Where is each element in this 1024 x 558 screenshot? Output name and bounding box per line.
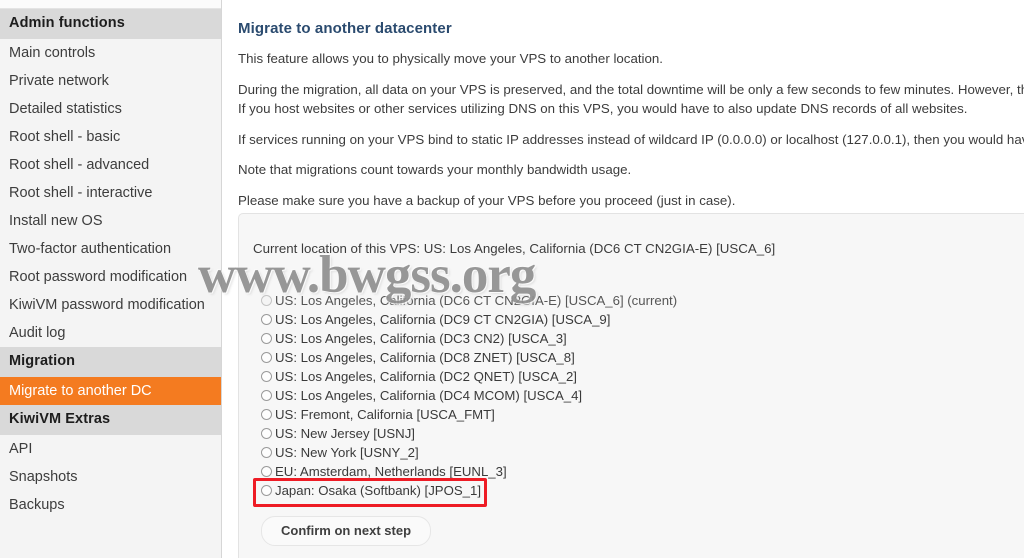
datacenter-radio-icon[interactable] (261, 332, 272, 344)
datacenter-option-label: US: Los Angeles, California (DC2 QNET) [… (275, 368, 577, 384)
datacenter-option-row[interactable]: US: Los Angeles, California (DC2 QNET) [… (261, 367, 1024, 385)
datacenter-option-label: US: New York [USNY_2] (275, 444, 419, 460)
sidebar-group-list: Admin functions Main controls Private netw… (0, 9, 221, 519)
datacenter-radio-icon[interactable] (261, 408, 272, 420)
sidebar-item-kiwivm-password-modification[interactable]: KiwiVM password modification (0, 291, 221, 319)
kiwivm-migration-page: Admin functions Main controls Private netw… (0, 0, 1024, 558)
sidebar-item-root-shell-basic[interactable]: Root shell - basic (0, 123, 221, 151)
datacenter-option-label: US: Los Angeles, California (DC9 CT CN2G… (275, 311, 611, 327)
sidebar: Admin functions Main controls Private netw… (0, 0, 222, 558)
static-ip-paragraph: If services running on your VPS bind to … (238, 131, 1024, 147)
sidebar-section-admin-functions: Admin functions (0, 9, 221, 39)
datacenter-option-row[interactable]: US: Los Angeles, California (DC3 CN2) [U… (261, 329, 1024, 347)
datacenter-radio-list: US: Los Angeles, California (DC6 CT CN2G… (253, 291, 1024, 499)
sidebar-item-backups[interactable]: Backups (0, 491, 221, 519)
sidebar-item-root-shell-advanced[interactable]: Root shell - advanced (0, 151, 221, 179)
datacenter-option-label: US: Los Angeles, California (DC8 ZNET) [… (275, 349, 575, 365)
sidebar-top-strip (0, 0, 221, 9)
sidebar-section-kiwivm-extras: KiwiVM Extras (0, 405, 221, 435)
confirm-button-wrap: Confirm on next step (253, 516, 1024, 546)
datacenter-option-row[interactable]: US: Fremont, California [USCA_FMT] (261, 405, 1024, 423)
sidebar-item-snapshots[interactable]: Snapshots (0, 463, 221, 491)
bandwidth-note-paragraph: Note that migrations count towards your … (238, 162, 632, 177)
datacenter-option-label: US: Los Angeles, California (DC6 CT CN2G… (275, 292, 678, 308)
sidebar-item-api[interactable]: API (0, 435, 221, 463)
backup-warning-paragraph: Please make sure you have a backup of yo… (238, 192, 736, 208)
sidebar-item-migrate-to-another-dc[interactable]: Migrate to another DC (0, 377, 221, 405)
datacenter-option-row[interactable]: Japan: Osaka (Softbank) [JPOS_1] (261, 481, 1024, 499)
datacenter-radio-icon[interactable] (261, 389, 272, 401)
datacenter-radio-icon[interactable] (261, 294, 272, 306)
migration-downtime-paragraph: During the migration, all data on your V… (238, 81, 1024, 97)
datacenter-option-label: US: Fremont, California [USCA_FMT] (275, 406, 495, 422)
datacenter-radio-icon[interactable] (261, 446, 272, 458)
sidebar-item-two-factor-authentication[interactable]: Two-factor authentication (0, 235, 221, 263)
confirm-on-next-step-button[interactable]: Confirm on next step (261, 516, 432, 546)
intro-paragraph: This feature allows you to physically mo… (238, 51, 663, 66)
datacenter-option-label: Japan: Osaka (Softbank) [JPOS_1] (275, 482, 481, 498)
datacenter-option-row[interactable]: US: New Jersey [USNJ] (261, 424, 1024, 442)
datacenter-option-row[interactable]: US: Los Angeles, California (DC4 MCOM) [… (261, 386, 1024, 404)
datacenter-option-label: US: Los Angeles, California (DC3 CN2) [U… (275, 330, 567, 346)
datacenter-option-label: EU: Amsterdam, Netherlands [EUNL_3] (275, 463, 507, 479)
sidebar-item-detailed-statistics[interactable]: Detailed statistics (0, 95, 221, 123)
panel-inner: Current location of this VPS: US: Los An… (239, 214, 1024, 546)
content-block: Migrate to another datacenter This featu… (238, 20, 1024, 221)
datacenter-option-label: US: Los Angeles, California (DC4 MCOM) [… (275, 387, 583, 403)
datacenter-radio-icon[interactable] (261, 465, 272, 477)
datacenter-radio-icon[interactable] (261, 370, 272, 382)
page-title: Migrate to another datacenter (238, 20, 452, 37)
sidebar-item-root-password-modification[interactable]: Root password modification (0, 263, 221, 291)
datacenter-option-row[interactable]: US: Los Angeles, California (DC8 ZNET) [… (261, 348, 1024, 366)
datacenter-radio-icon[interactable] (261, 427, 272, 439)
sidebar-section-migration: Migration (0, 347, 221, 377)
datacenter-radio-icon[interactable] (261, 313, 272, 325)
datacenter-radio-icon[interactable] (261, 351, 272, 363)
sidebar-item-root-shell-interactive[interactable]: Root shell - interactive (0, 179, 221, 207)
sidebar-item-main-controls[interactable]: Main controls (0, 39, 221, 67)
datacenter-radio-icon[interactable] (261, 484, 272, 496)
current-location-text: Current location of this VPS: US: Los An… (253, 241, 776, 256)
sidebar-item-install-new-os[interactable]: Install new OS (0, 207, 221, 235)
datacenter-selection-panel: Current location of this VPS: US: Los An… (238, 213, 1024, 558)
datacenter-option-label: US: New Jersey [USNJ] (275, 425, 415, 441)
sidebar-item-audit-log[interactable]: Audit log (0, 319, 221, 347)
datacenter-option-row[interactable]: US: Los Angeles, California (DC6 CT CN2G… (261, 291, 1024, 309)
sidebar-item-private-network[interactable]: Private network (0, 67, 221, 95)
dns-records-paragraph: If you host websites or other services u… (238, 101, 968, 116)
datacenter-option-row[interactable]: US: Los Angeles, California (DC9 CT CN2G… (261, 310, 1024, 328)
datacenter-option-row[interactable]: EU: Amsterdam, Netherlands [EUNL_3] (261, 462, 1024, 480)
datacenter-option-row[interactable]: US: New York [USNY_2] (261, 443, 1024, 461)
